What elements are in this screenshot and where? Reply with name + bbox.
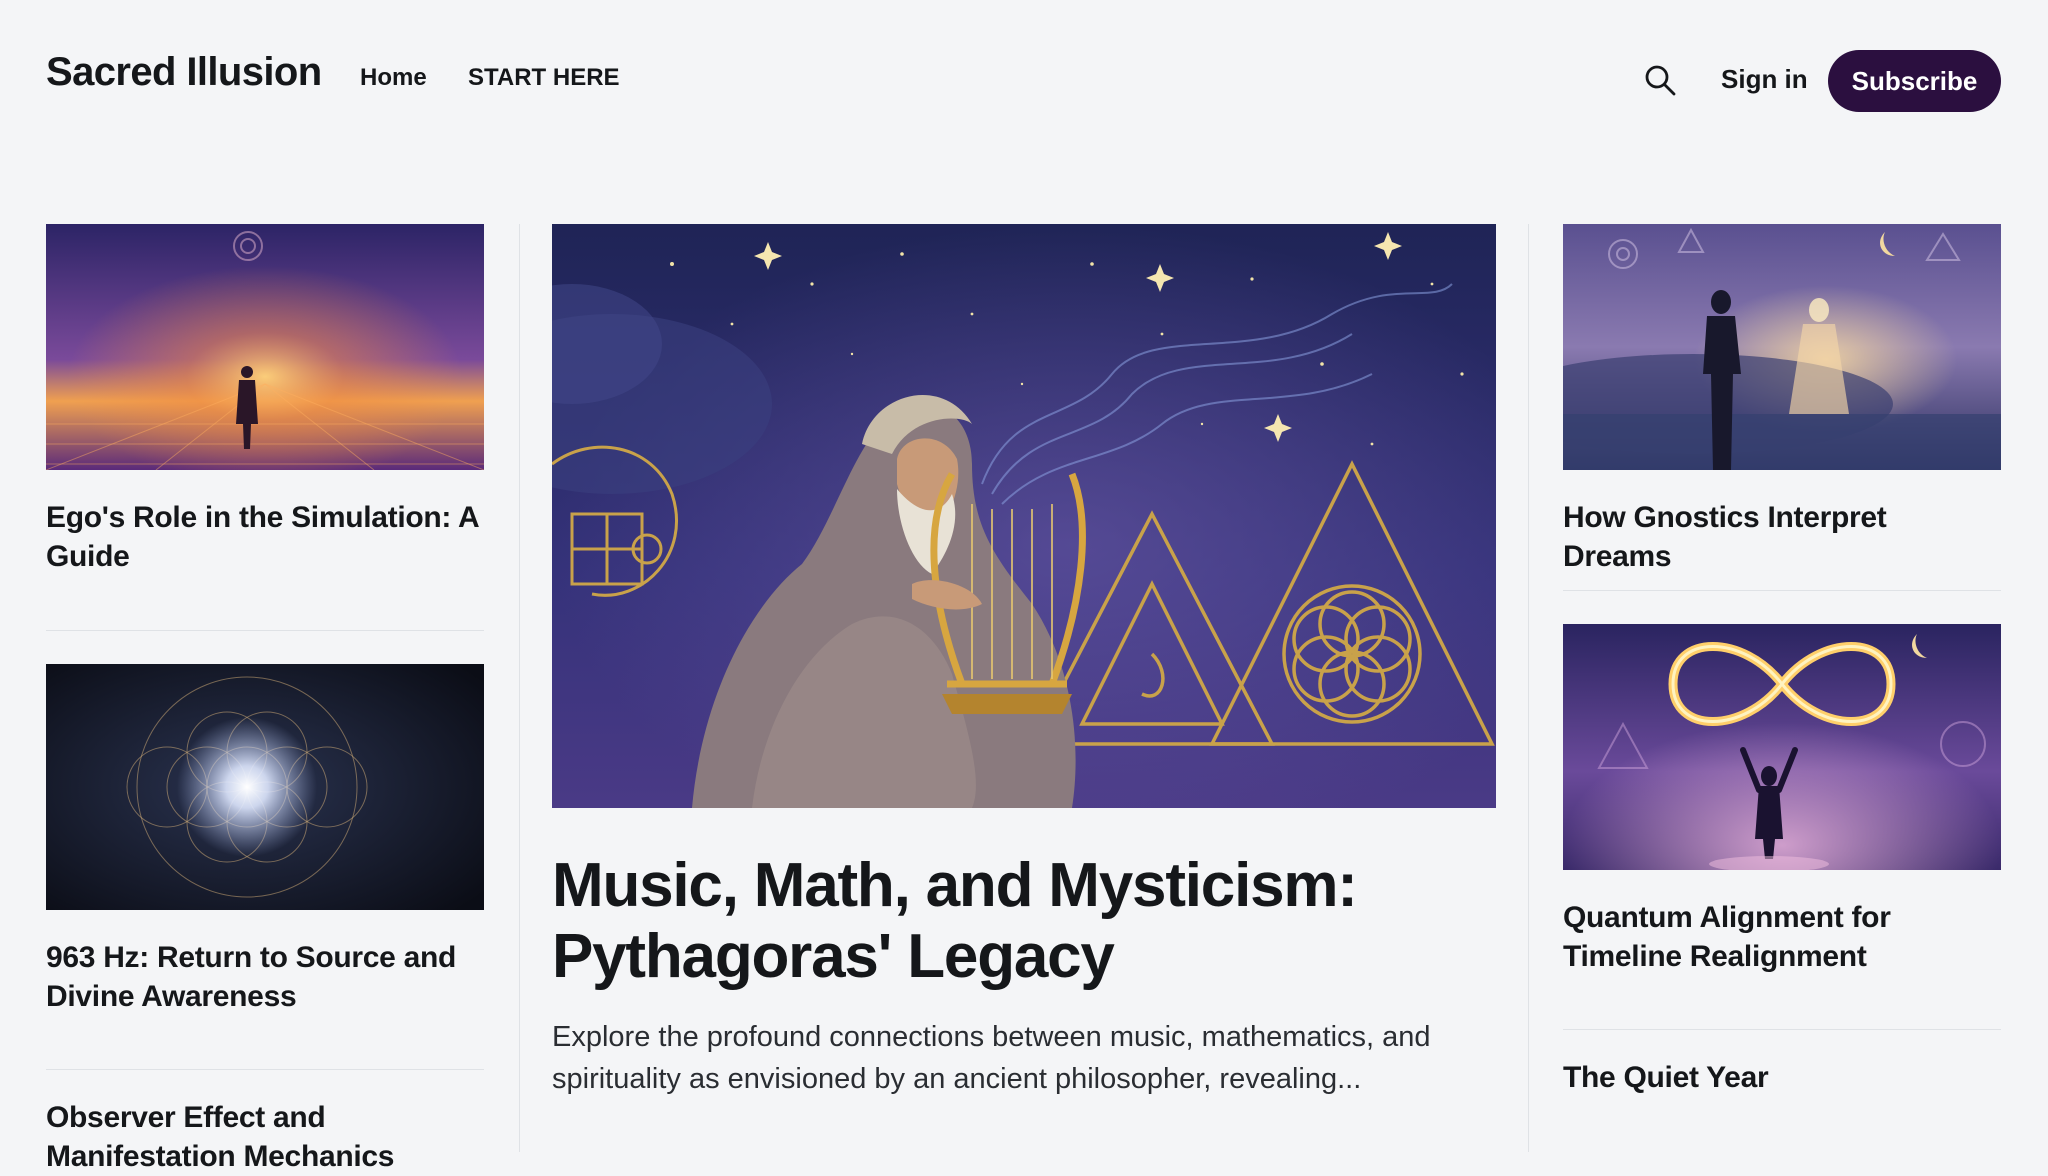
post-title-gnostics-dreams[interactable]: How Gnostics Interpret Dreams: [1563, 498, 2001, 576]
post-thumbnail-963hz[interactable]: [46, 664, 484, 910]
quantum-alignment-image: [1563, 624, 2001, 870]
site-header: Sacred Illusion Home START HERE Sign in …: [0, 0, 2048, 160]
card-divider: [1563, 1029, 2001, 1030]
signin-link[interactable]: Sign in: [1721, 64, 1808, 95]
pythagoras-lyre-illustration: [552, 224, 1496, 808]
963hz-image: [46, 664, 484, 910]
card-divider: [46, 630, 484, 631]
feature-post-title[interactable]: Music, Math, and Mysticism: Pythagoras' …: [552, 850, 1452, 992]
gnostics-dreams-image: [1563, 224, 2001, 470]
post-title-963hz[interactable]: 963 Hz: Return to Source and Divine Awar…: [46, 938, 484, 1016]
post-title-observer-effect[interactable]: Observer Effect and Manifestation Mechan…: [46, 1098, 484, 1176]
feature-image-pythagoras[interactable]: [552, 224, 1496, 808]
post-thumbnail-quantum-alignment[interactable]: [1563, 624, 2001, 870]
column-divider-left: [519, 224, 520, 1152]
nav-item-start-here[interactable]: START HERE: [468, 64, 620, 92]
card-divider: [1563, 590, 2001, 591]
nav-item-home[interactable]: Home: [360, 64, 427, 92]
search-button[interactable]: [1643, 63, 1677, 97]
post-title-quiet-year[interactable]: The Quiet Year: [1563, 1058, 2001, 1097]
site-logo[interactable]: Sacred Illusion: [46, 50, 322, 95]
ego-simulation-image: [46, 224, 484, 470]
search-icon: [1645, 65, 1676, 96]
post-title-ego-simulation[interactable]: Ego's Role in the Simulation: A Guide: [46, 498, 484, 576]
post-thumbnail-gnostics-dreams[interactable]: [1563, 224, 2001, 470]
feature-post-excerpt: Explore the profound connections between…: [552, 1021, 1431, 1095]
post-title-quantum-alignment[interactable]: Quantum Alignment for Timeline Realignme…: [1563, 898, 2001, 976]
card-divider: [46, 1069, 484, 1070]
column-divider-right: [1528, 224, 1529, 1152]
subscribe-button[interactable]: Subscribe: [1828, 50, 2001, 112]
post-thumbnail-ego-simulation[interactable]: [46, 224, 484, 470]
